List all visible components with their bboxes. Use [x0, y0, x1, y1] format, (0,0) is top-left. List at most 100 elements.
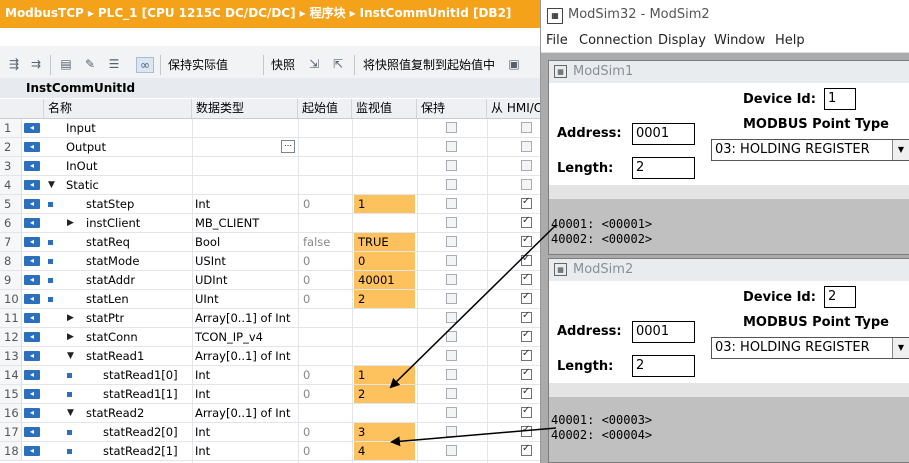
- collapse-triangle-icon[interactable]: ▼: [48, 176, 55, 194]
- table-row[interactable]: 15 ◂ statRead1[1] Int 0 2: [0, 385, 540, 404]
- start-value[interactable]: 0: [303, 423, 351, 441]
- hmi-accessible-checkbox[interactable]: [521, 179, 532, 190]
- menu-display[interactable]: Display: [658, 30, 706, 52]
- hmi-accessible-checkbox[interactable]: [521, 291, 532, 304]
- data-type[interactable]: Int: [195, 366, 297, 384]
- retain-checkbox[interactable]: [446, 255, 457, 266]
- variable-name[interactable]: statRead2: [86, 404, 144, 422]
- table-row[interactable]: 17 ◂ statRead2[0] Int 0 3: [0, 423, 540, 442]
- hmi-accessible-checkbox[interactable]: [521, 405, 532, 418]
- table-row[interactable]: 1 ◂ Input: [0, 119, 540, 138]
- dropdown-arrow-icon[interactable]: ▼: [892, 140, 909, 160]
- modsim2-titlebar[interactable]: ▦ ModSim2: [549, 259, 909, 281]
- snapshot-button[interactable]: 快照: [271, 56, 295, 74]
- retain-checkbox[interactable]: [446, 274, 457, 285]
- copy-snapshot-to-start-button[interactable]: 将快照值复制到起始值中: [363, 56, 495, 74]
- data-type[interactable]: [195, 119, 297, 137]
- data-type[interactable]: Int: [195, 423, 297, 441]
- start-value[interactable]: 0: [303, 252, 351, 270]
- monitor-glasses-icon[interactable]: ∞: [136, 57, 154, 73]
- expand-all-icon[interactable]: ▤: [58, 57, 74, 71]
- snapshot-load-icon[interactable]: ⇲: [306, 57, 322, 71]
- hmi-accessible-checkbox[interactable]: [521, 272, 532, 285]
- col-header-retain[interactable]: 保持: [417, 99, 487, 118]
- modsim1-titlebar[interactable]: ▦ ModSim1: [549, 61, 909, 83]
- menu-window[interactable]: Window: [714, 30, 765, 52]
- start-value[interactable]: [303, 347, 351, 365]
- retain-checkbox[interactable]: [446, 217, 457, 228]
- hmi-accessible-checkbox[interactable]: [521, 253, 532, 266]
- expand-triangle-icon[interactable]: ▶: [67, 328, 74, 346]
- data-type[interactable]: Int: [195, 442, 297, 460]
- start-value[interactable]: [303, 138, 351, 156]
- hmi-accessible-checkbox[interactable]: [521, 122, 532, 133]
- register-value[interactable]: 40002: <00002>: [551, 232, 652, 247]
- retain-checkbox[interactable]: [446, 312, 457, 323]
- keep-actual-values-button[interactable]: 保持实际值: [168, 56, 228, 74]
- start-value[interactable]: [303, 214, 351, 232]
- retain-checkbox[interactable]: [446, 369, 457, 380]
- retain-checkbox[interactable]: [446, 160, 457, 171]
- data-type[interactable]: Array[0..1] of Int: [195, 309, 297, 327]
- data-type[interactable]: Array[0..1] of Int: [195, 404, 297, 422]
- retain-checkbox[interactable]: [446, 293, 457, 304]
- retain-checkbox[interactable]: [446, 350, 457, 361]
- table-row[interactable]: 12 ◂ ▶ statConn TCON_IP_v4: [0, 328, 540, 347]
- variable-name[interactable]: statRead1: [86, 347, 144, 365]
- data-type[interactable]: [195, 157, 297, 175]
- start-value[interactable]: [303, 404, 351, 422]
- data-type[interactable]: [195, 176, 297, 194]
- length-field[interactable]: 2: [632, 157, 695, 179]
- col-header-name[interactable]: 名称: [44, 99, 192, 118]
- data-type[interactable]: TCON_IP_v4: [195, 328, 297, 346]
- hmi-accessible-checkbox[interactable]: [521, 141, 532, 152]
- col-header-datatype[interactable]: 数据类型: [192, 99, 298, 118]
- variable-name[interactable]: InOut: [66, 157, 98, 175]
- variable-name[interactable]: Output: [66, 138, 106, 156]
- hmi-accessible-checkbox[interactable]: [521, 386, 532, 399]
- point-type-select[interactable]: 03: HOLDING REGISTER ▼: [711, 139, 909, 161]
- table-row[interactable]: 11 ◂ ▶ statPtr Array[0..1] of Int: [0, 309, 540, 328]
- address-field[interactable]: 0001: [632, 321, 695, 343]
- collapse-triangle-icon[interactable]: ▼: [67, 404, 74, 422]
- hmi-accessible-checkbox[interactable]: [521, 443, 532, 456]
- variable-name[interactable]: statMode: [86, 252, 139, 270]
- register-value[interactable]: 40001: <00003>: [551, 413, 652, 428]
- address-field[interactable]: 0001: [632, 123, 695, 145]
- retain-checkbox[interactable]: [446, 445, 457, 456]
- variable-name[interactable]: Input: [66, 119, 96, 137]
- start-value[interactable]: 0: [303, 271, 351, 289]
- device-id-field[interactable]: 1: [824, 88, 856, 110]
- hmi-accessible-checkbox[interactable]: [521, 348, 532, 361]
- length-field[interactable]: 2: [632, 355, 695, 377]
- start-value[interactable]: false: [303, 233, 351, 251]
- table-row[interactable]: 8 ◂ statMode USInt 0 0: [0, 252, 540, 271]
- breadcrumb-item[interactable]: ModbusTCP: [5, 6, 84, 20]
- variable-name[interactable]: statRead1[0]: [103, 366, 178, 384]
- table-row[interactable]: 10 ◂ statLen UInt 0 2: [0, 290, 540, 309]
- table-row[interactable]: 3 ◂ InOut: [0, 157, 540, 176]
- retain-checkbox[interactable]: [446, 388, 457, 399]
- expand-triangle-icon[interactable]: ▶: [67, 309, 74, 327]
- device-id-field[interactable]: 2: [824, 286, 856, 308]
- menu-file[interactable]: File: [546, 30, 568, 52]
- breadcrumb-item[interactable]: InstCommUnitId [DB2]: [360, 6, 512, 20]
- data-type[interactable]: UDInt: [195, 271, 297, 289]
- retain-checkbox[interactable]: [446, 141, 457, 152]
- hmi-accessible-checkbox[interactable]: [521, 367, 532, 380]
- col-header-start-value[interactable]: 起始值: [298, 99, 352, 118]
- snapshot-copy-icon[interactable]: ⇱: [330, 57, 346, 71]
- edit-icon[interactable]: ✎: [82, 57, 98, 71]
- hmi-accessible-checkbox[interactable]: [521, 196, 532, 209]
- table-row[interactable]: 9 ◂ statAddr UDInt 0 40001: [0, 271, 540, 290]
- variable-name[interactable]: statConn: [86, 328, 138, 346]
- collapse-triangle-icon[interactable]: ▼: [67, 347, 74, 365]
- data-type[interactable]: Int: [195, 195, 297, 213]
- retain-checkbox[interactable]: [446, 426, 457, 437]
- insert-row-icon[interactable]: ⇶: [6, 57, 22, 71]
- start-value[interactable]: 0: [303, 385, 351, 403]
- hmi-accessible-checkbox[interactable]: [521, 234, 532, 247]
- start-value[interactable]: [303, 328, 351, 346]
- data-type[interactable]: UInt: [195, 290, 297, 308]
- register-value[interactable]: 40001: <00001>: [551, 217, 652, 232]
